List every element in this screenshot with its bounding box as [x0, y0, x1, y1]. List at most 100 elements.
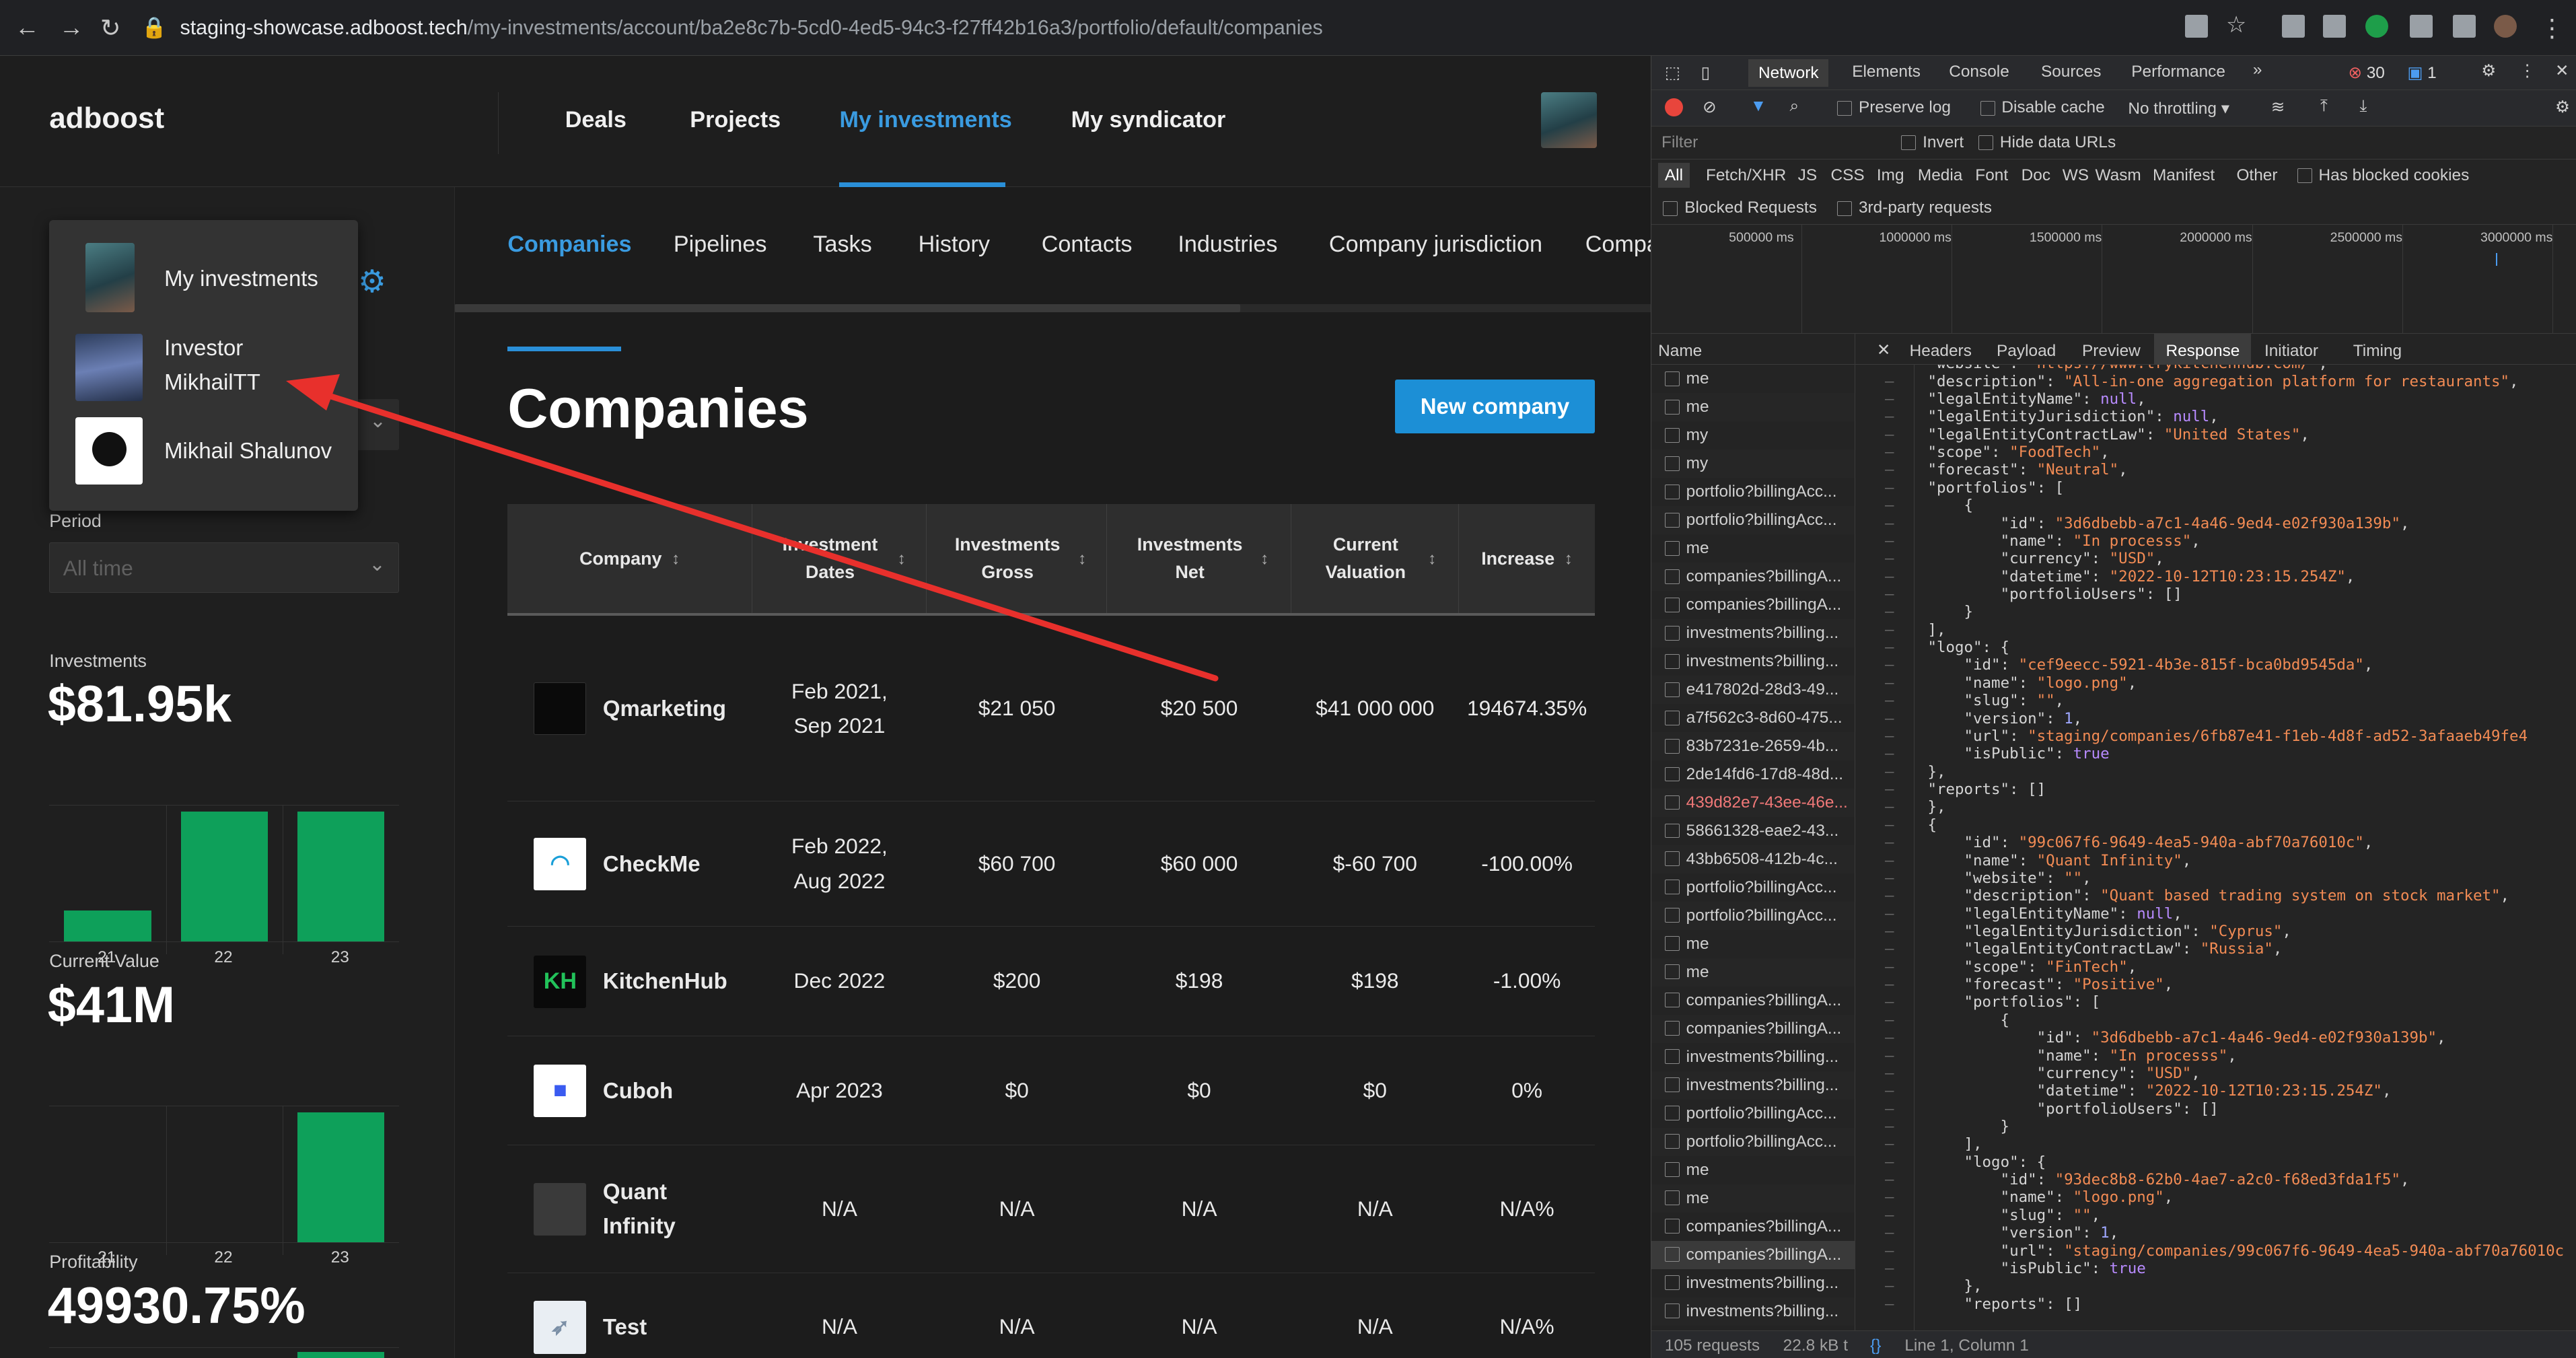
request-row[interactable]: me [1651, 534, 1855, 563]
type-filter-css[interactable]: CSS [1830, 166, 1864, 185]
tabs-scrollbar[interactable] [455, 303, 1651, 312]
request-row[interactable]: portfolio?billingAcc... [1651, 477, 1855, 506]
request-row[interactable]: 439d82e7-43ee-46e... [1651, 788, 1855, 817]
detail-tab-preview[interactable]: Preview [2082, 342, 2141, 361]
company-cell[interactable]: Qmarketing [507, 616, 752, 801]
reload-icon[interactable]: ↻ [100, 13, 121, 42]
close-icon[interactable]: ✕ [1877, 340, 1890, 360]
company-name[interactable]: Test [603, 1310, 647, 1344]
company-name[interactable]: Qmarketing [603, 691, 726, 725]
tab-elements[interactable]: Elements [1852, 63, 1921, 81]
table-row[interactable]: ◠ CheckMe Feb 2022, Aug 2022 $60 700 $60 000… [507, 801, 1596, 927]
wifi-icon[interactable]: ≋ [2271, 97, 2285, 117]
tab-company-jurisdiction[interactable]: Company jurisdiction [1329, 231, 1542, 258]
request-row[interactable]: my [1651, 449, 1855, 478]
kebab-menu-icon[interactable]: ⋮ [2519, 61, 2535, 81]
device-toggle-icon[interactable]: ▯ [1701, 63, 1710, 83]
hide-data-urls-checkbox[interactable]: Hide data URLs [1978, 133, 2116, 152]
tab-network[interactable]: Network [1748, 59, 1829, 87]
company-cell[interactable]: Quant Infinity [507, 1145, 752, 1273]
sidepanel-icon[interactable] [2452, 14, 2476, 38]
record-icon[interactable] [1664, 98, 1683, 117]
sort-icon[interactable]: ↕ [1565, 545, 1573, 573]
app-logo[interactable]: adboost [49, 102, 164, 135]
request-row[interactable]: portfolio?billingAcc... [1651, 1127, 1855, 1156]
profile-avatar[interactable] [2493, 14, 2517, 38]
company-name[interactable]: Cuboh [603, 1073, 673, 1108]
request-row[interactable]: portfolio?billingAcc... [1651, 1099, 1855, 1128]
detail-tab-initiator[interactable]: Initiator [2264, 342, 2318, 361]
camera-extension-icon[interactable] [2281, 14, 2305, 38]
table-row[interactable]: KH KitchenHub Dec 2022 $200 $198 $198 -1.00% [507, 927, 1596, 1037]
more-tabs-icon[interactable]: » [2253, 61, 2262, 79]
response-body[interactable]: "website": "https://www.trykitchenhub.co… [1865, 364, 2576, 1332]
column-investments-gross[interactable]: Investments Gross ↕ [927, 504, 1108, 614]
sort-icon[interactable]: ↕ [1078, 545, 1086, 573]
company-cell[interactable]: ◠ CheckMe [507, 801, 752, 926]
request-row[interactable]: investments?billing... [1651, 1297, 1855, 1326]
menu-item-investor[interactable]: Investor MikhailTT [49, 327, 358, 406]
timeline-overview[interactable]: 500000 ms 1000000 ms 1500000 ms 2000000 ms 2… [1651, 225, 2576, 334]
company-cell[interactable]: ➶ Test [507, 1273, 752, 1358]
request-row[interactable]: companies?billingA... [1651, 986, 1855, 1015]
settings-icon[interactable]: ⚙ [2555, 97, 2570, 117]
settings-icon[interactable]: ⚙ [2481, 61, 2496, 81]
type-filter-other[interactable]: Other [2236, 166, 2277, 185]
tab-truncated[interactable]: Compa [1585, 231, 1651, 258]
request-row[interactable]: 83b7231e-2659-4b... [1651, 731, 1855, 760]
type-filter-media[interactable]: Media [1918, 166, 1962, 185]
request-row[interactable]: investments?billing... [1651, 1071, 1855, 1100]
sort-icon[interactable]: ↕ [1428, 545, 1436, 573]
menu-item-my-investments[interactable]: My investments [49, 237, 358, 322]
preserve-log-checkbox[interactable]: Preserve log [1837, 98, 1951, 117]
type-filter-manifest[interactable]: Manifest [2153, 166, 2215, 185]
inspect-icon[interactable]: ⬚ [1665, 63, 1680, 83]
detail-tab-timing[interactable]: Timing [2353, 342, 2402, 361]
request-row[interactable]: investments?billing... [1651, 1042, 1855, 1071]
menu-item-mikhail-shalunov[interactable]: Mikhail Shalunov [49, 414, 358, 493]
type-filter-all[interactable]: All [1658, 162, 1690, 188]
back-icon[interactable]: ← [15, 13, 40, 42]
request-row[interactable]: companies?billingA... [1651, 562, 1855, 591]
filter-icon[interactable]: ▼ [1750, 97, 1766, 116]
request-row[interactable]: a7f562c3-8d60-475... [1651, 703, 1855, 732]
request-row[interactable]: 58661328-eae2-43... [1651, 816, 1855, 845]
company-name[interactable]: CheckMe [603, 847, 701, 881]
tab-contacts[interactable]: Contacts [1042, 231, 1133, 258]
company-cell[interactable]: ■ Cuboh [507, 1036, 752, 1144]
request-row[interactable]: my [1651, 421, 1855, 450]
request-row[interactable]: investments?billing... [1651, 618, 1855, 647]
nav-my-syndicator[interactable]: My syndicator [1071, 107, 1226, 133]
tab-pipelines[interactable]: Pipelines [674, 231, 767, 258]
request-row[interactable]: investments?billing... [1651, 1268, 1855, 1297]
grammarly-icon[interactable] [2365, 14, 2389, 38]
request-row[interactable]: me [1651, 958, 1855, 987]
share-icon[interactable] [2184, 14, 2208, 38]
tab-performance[interactable]: Performance [2131, 63, 2225, 81]
type-filter-img[interactable]: Img [1877, 166, 1904, 185]
tab-companies[interactable]: Companies [507, 231, 631, 258]
upload-icon[interactable]: ⤒ [2320, 97, 2328, 116]
user-avatar[interactable] [1540, 92, 1597, 148]
star-icon[interactable]: ☆ [2226, 11, 2249, 38]
request-row[interactable]: me [1651, 364, 1855, 393]
puzzle-icon[interactable] [2410, 14, 2433, 38]
message-count-badge[interactable]: ▣ 1 [2407, 63, 2436, 83]
new-company-button[interactable]: New company [1394, 379, 1596, 434]
company-name[interactable]: KitchenHub [603, 964, 727, 998]
clear-icon[interactable]: ⊘ [1703, 97, 1716, 117]
type-filter-doc[interactable]: Doc [2022, 166, 2050, 185]
column-current-valuation[interactable]: Current Valuation ↕ [1291, 504, 1459, 614]
detail-tab-response[interactable]: Response [2154, 333, 2252, 365]
filter-input[interactable]: Filter [1661, 133, 1878, 152]
request-row[interactable]: investments?billing... [1651, 647, 1855, 676]
download-icon[interactable]: ⤓ [2360, 97, 2367, 116]
sort-icon[interactable]: ↕ [1260, 545, 1268, 573]
company-cell[interactable]: KH KitchenHub [507, 927, 752, 1036]
tab-industries[interactable]: Industries [1178, 231, 1277, 258]
tab-console[interactable]: Console [1949, 63, 2009, 81]
column-company[interactable]: Company ↕ [507, 504, 753, 614]
request-row[interactable]: me [1651, 1184, 1855, 1213]
throttling-select[interactable]: No throttling ▾ [2128, 98, 2229, 118]
request-row[interactable]: e417802d-28d3-49... [1651, 675, 1855, 704]
